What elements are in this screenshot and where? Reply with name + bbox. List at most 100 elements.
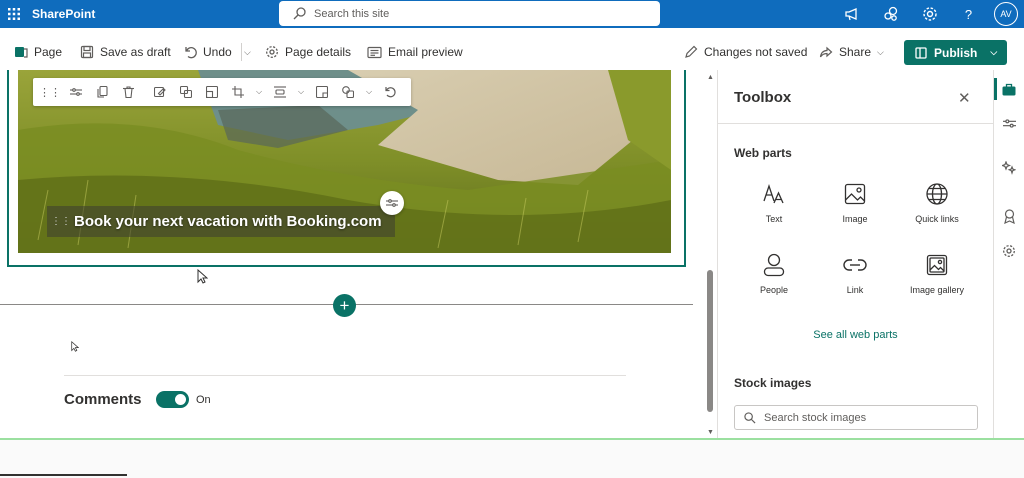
mouse-pointer-icon [197, 269, 208, 284]
web-part-label: Image gallery [909, 285, 965, 295]
avatar[interactable]: AV [994, 2, 1018, 26]
chevron-down-icon[interactable]: ⌵ [253, 81, 265, 103]
toolbox-rail-icon[interactable] [994, 74, 1024, 104]
scroll-down-arrow-icon[interactable]: ▼ [707, 429, 714, 436]
share-icon [819, 46, 833, 57]
mouse-pointer-icon [71, 341, 79, 352]
hero-title[interactable]: Book your next vacation with Booking.com [74, 213, 382, 230]
megaphone-icon[interactable] [832, 0, 871, 28]
help-icon[interactable]: ? [949, 0, 988, 28]
web-part-quick-links[interactable]: Quick links [897, 181, 977, 224]
stock-images-search-input[interactable]: Search stock images [734, 405, 978, 430]
badge-rail-icon[interactable] [994, 201, 1024, 231]
comments-heading: Comments [64, 391, 142, 408]
email-preview-button[interactable]: Email preview [367, 43, 463, 61]
properties-rail-icon[interactable] [994, 108, 1024, 138]
publish-button[interactable]: Publish ⌵ [904, 40, 1007, 65]
page-details-button[interactable]: Page details [265, 43, 351, 61]
stock-search-placeholder: Search stock images [764, 411, 867, 424]
edit-image-icon[interactable] [149, 81, 171, 103]
scrollbar-thumb[interactable] [707, 270, 713, 412]
right-rail [993, 70, 1024, 438]
image-gallery-icon [926, 252, 948, 278]
web-part-image-gallery[interactable]: Image gallery [897, 252, 977, 295]
close-icon[interactable]: ✕ [958, 89, 971, 107]
page-button[interactable]: Page [14, 43, 62, 61]
delete-icon[interactable] [117, 81, 139, 103]
caption-icon[interactable] [311, 81, 333, 103]
stock-images-heading: Stock images [734, 376, 812, 390]
gear-icon [266, 46, 278, 58]
edit-properties-icon[interactable] [65, 81, 87, 103]
web-part-people[interactable]: People [734, 252, 814, 295]
design-ideas-rail-icon[interactable] [994, 153, 1024, 183]
reset-icon[interactable] [379, 81, 401, 103]
web-part-image[interactable]: Image [815, 181, 895, 224]
web-part-label: Text [765, 214, 783, 224]
page-canvas: ⋮⋮ ⌵ ⌵ ⌵ ⋮⋮ Book your next vacation with… [0, 70, 705, 438]
email-preview-label: Email preview [388, 45, 463, 59]
email-preview-icon [367, 46, 382, 58]
undo-separator [241, 43, 242, 61]
share-button[interactable]: Share ⌵ [819, 43, 884, 61]
suite-bar: SharePoint Search this site ? AV [0, 0, 1024, 28]
toolbox-title: Toolbox [734, 89, 792, 106]
sharepoint-icon[interactable] [871, 0, 910, 28]
drag-handle-icon[interactable]: ⋮⋮ [51, 216, 71, 227]
chevron-down-icon[interactable]: ⌵ [295, 81, 307, 103]
crop-icon[interactable] [227, 81, 249, 103]
bottom-underline [0, 474, 127, 476]
search-placeholder: Search this site [314, 7, 390, 20]
chevron-down-icon[interactable]: ⌵ [990, 47, 997, 58]
save-as-draft-label: Save as draft [100, 45, 171, 59]
changes-status: Changes not saved [684, 43, 807, 61]
see-all-web-parts-link[interactable]: See all web parts [718, 329, 993, 341]
publish-label: Publish [934, 45, 978, 60]
hero-image[interactable]: ⋮⋮ ⌵ ⌵ ⌵ ⋮⋮ Book your next vacation with… [18, 70, 671, 253]
save-as-draft-button[interactable]: Save as draft [80, 43, 171, 61]
web-part-link[interactable]: Link [815, 252, 895, 295]
undo-dropdown-button[interactable]: ⌵ [244, 43, 251, 61]
undo-button[interactable]: Undo [183, 43, 232, 61]
web-part-text[interactable]: Text [734, 181, 814, 224]
comments-divider [64, 375, 626, 376]
image-web-part-toolbar: ⋮⋮ ⌵ ⌵ ⌵ [33, 78, 411, 106]
toolbox-pane: Toolbox ✕ Web parts Text Image Quick lin… [717, 70, 993, 438]
app-launcher-icon[interactable] [0, 0, 28, 28]
align-icon[interactable] [269, 81, 291, 103]
web-part-label: Image [842, 214, 868, 224]
settings-icon[interactable] [910, 0, 949, 28]
settings-rail-icon[interactable] [994, 236, 1024, 266]
edit-title-settings-button[interactable] [380, 191, 404, 215]
sliders-icon [386, 199, 398, 207]
globe-icon [925, 181, 949, 207]
site-search-box[interactable]: Search this site [279, 1, 660, 26]
publish-icon [915, 46, 927, 59]
duplicate-icon[interactable] [91, 81, 113, 103]
hero-title-box[interactable]: ⋮⋮ Book your next vacation with Booking.… [47, 206, 395, 237]
add-section-button[interactable]: + [333, 294, 356, 317]
web-part-label: Quick links [915, 214, 959, 224]
toolbox-header-divider [718, 123, 993, 124]
undo-icon [185, 47, 197, 59]
chevron-down-icon: ⌵ [244, 46, 251, 57]
undo-label: Undo [203, 45, 232, 59]
page-label: Page [34, 45, 63, 59]
comments-toggle[interactable] [156, 391, 189, 408]
person-icon [763, 252, 785, 278]
changes-status-text: Changes not saved [704, 45, 808, 59]
scroll-up-arrow-icon[interactable]: ▲ [707, 74, 714, 81]
search-icon [293, 7, 306, 20]
bottom-strip [0, 440, 1024, 478]
resize-icon[interactable] [201, 81, 223, 103]
alt-text-icon[interactable] [175, 81, 197, 103]
web-parts-heading: Web parts [734, 146, 792, 160]
pencil-icon [685, 45, 698, 58]
web-part-label: Link [846, 285, 864, 295]
drag-handle-icon[interactable]: ⋮⋮ [39, 81, 61, 103]
text-icon [762, 181, 786, 207]
app-name[interactable]: SharePoint [32, 7, 95, 21]
chevron-down-icon[interactable]: ⌵ [363, 81, 375, 103]
share-label: Share [839, 45, 872, 59]
shapes-icon[interactable] [337, 81, 359, 103]
